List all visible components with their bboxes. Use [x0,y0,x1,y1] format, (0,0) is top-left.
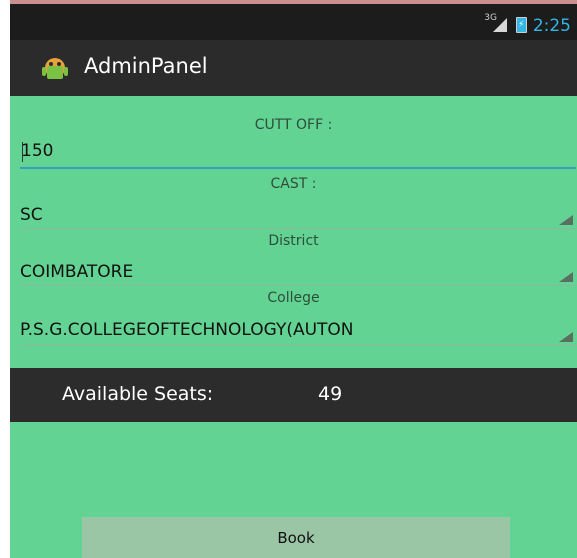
cutoff-input[interactable]: 150 [20,141,576,169]
status-bar: 3G ⚡ 2:25 [10,0,577,40]
book-button[interactable]: Book [82,517,510,558]
battery-icon: ⚡ [516,17,527,33]
available-seats-value: 49 [318,383,343,405]
available-seats-bar: Available Seats: 49 [10,368,577,422]
app-title: AdminPanel [84,54,208,78]
district-spinner[interactable]: COIMBATORE [20,256,577,286]
android-icon [42,58,68,79]
college-selected-value: P.S.G.COLLEGEOFTECHNOLOGY(AUTON [20,320,354,340]
cast-label: CAST : [270,176,317,192]
text-cursor [22,142,23,162]
status-time: 2:25 [532,16,571,36]
district-selected-value: COIMBATORE [20,262,134,282]
signal-icon [493,18,507,32]
dropdown-arrow-icon [559,215,573,225]
cutoff-label: CUTT OFF : [254,117,333,133]
district-label: District [268,233,319,249]
action-bar: AdminPanel [10,40,577,96]
cast-spinner[interactable]: SC [20,199,577,229]
cast-selected-value: SC [20,205,43,225]
app-screen: 3G ⚡ 2:25 AdminPanel CUTT OFF : 150 CAST… [10,0,577,558]
college-label: College [267,290,320,306]
dropdown-arrow-icon [559,332,573,342]
college-spinner[interactable]: P.S.G.COLLEGEOFTECHNOLOGY(AUTON [20,314,577,346]
available-seats-label: Available Seats: [62,383,214,405]
dropdown-arrow-icon [559,272,573,282]
